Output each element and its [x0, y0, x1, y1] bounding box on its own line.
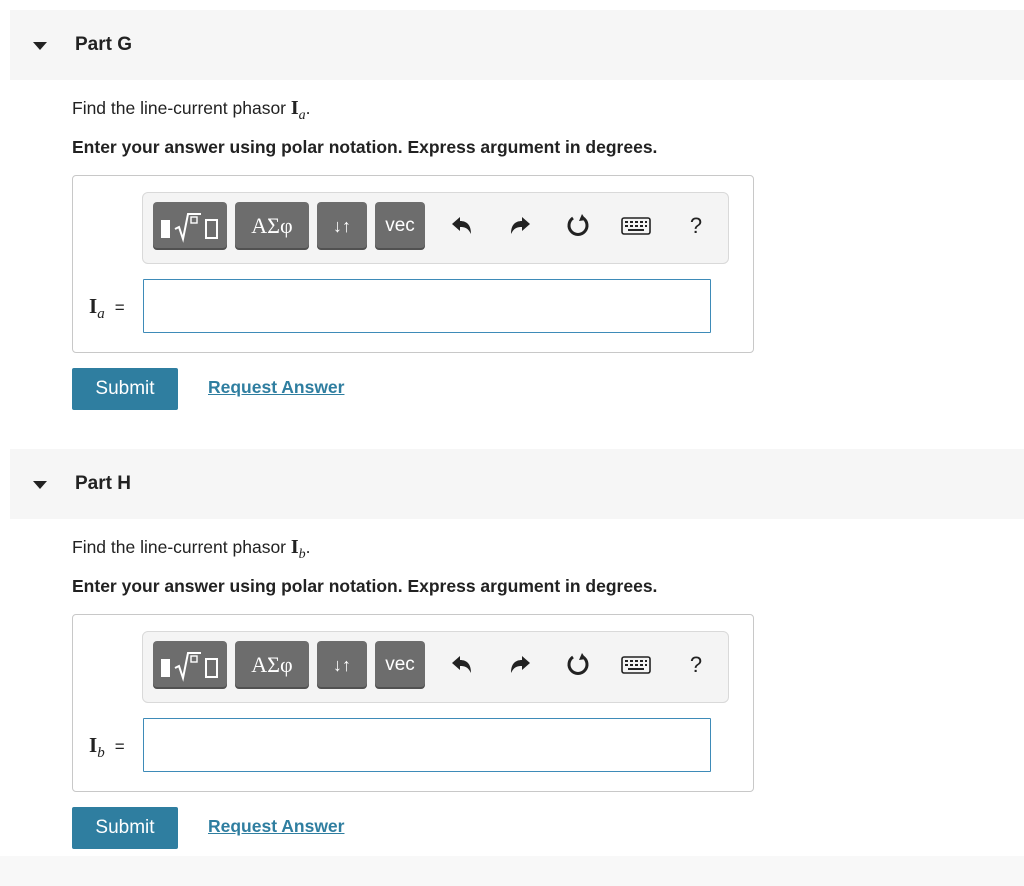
redo-icon[interactable] [505, 211, 535, 241]
question-prompt: Find the line-current phasor Ib. [72, 536, 311, 563]
question-prompt: Find the line-current phasor Ia. [72, 97, 311, 124]
part-title: Part G [75, 34, 133, 55]
vector-button[interactable]: vec [375, 641, 425, 689]
greek-symbols-button[interactable]: ΑΣφ [235, 202, 309, 250]
subscript-superscript-button[interactable]: ↓↑ [317, 641, 367, 689]
submit-button[interactable]: Submit [72, 368, 178, 410]
answer-input[interactable] [143, 279, 711, 333]
submit-button[interactable]: Submit [72, 807, 178, 849]
part-title: Part H [75, 473, 131, 494]
greek-symbols-button[interactable]: ΑΣφ [235, 641, 309, 689]
page-footer-strip [0, 856, 1024, 886]
undo-icon[interactable] [447, 650, 477, 680]
keyboard-icon[interactable] [619, 211, 653, 241]
prompt-text: Find the line-current phasor [72, 98, 291, 118]
answer-variable-label: Ib = [89, 733, 125, 762]
redo-icon[interactable] [505, 650, 535, 680]
prompt-text: Find the line-current phasor [72, 537, 291, 557]
instruction-text: Enter your answer using polar notation. … [72, 137, 658, 157]
math-toolbar: ΑΣφ ↓↑ vec ? [142, 192, 729, 264]
request-answer-link[interactable]: Request Answer [208, 816, 344, 837]
answer-box: ΑΣφ ↓↑ vec ? Ia = [72, 175, 754, 353]
prompt-suffix: . [305, 537, 311, 557]
templates-button[interactable] [153, 641, 227, 689]
part-h-header[interactable]: Part H [10, 449, 1024, 519]
subscript-superscript-button[interactable]: ↓↑ [317, 202, 367, 250]
phasor-symbol: Ib [290, 536, 306, 562]
fraction-root-templates-icon [161, 652, 218, 682]
caret-down-icon[interactable] [33, 42, 47, 50]
reset-icon[interactable] [563, 211, 593, 241]
answer-input[interactable] [143, 718, 711, 772]
math-toolbar: ΑΣφ ↓↑ vec ? [142, 631, 729, 703]
reset-icon[interactable] [563, 650, 593, 680]
phasor-symbol: Ia [290, 97, 306, 123]
answer-box: ΑΣφ ↓↑ vec ? Ib = [72, 614, 754, 792]
answer-variable-label: Ia = [89, 294, 125, 323]
caret-down-icon[interactable] [33, 481, 47, 489]
vector-button[interactable]: vec [375, 202, 425, 250]
instruction-text: Enter your answer using polar notation. … [72, 576, 658, 596]
keyboard-icon[interactable] [619, 650, 653, 680]
request-answer-link[interactable]: Request Answer [208, 377, 344, 398]
help-button[interactable]: ? [681, 650, 711, 680]
part-g-header[interactable]: Part G [10, 10, 1024, 80]
prompt-suffix: . [305, 98, 311, 118]
fraction-root-templates-icon [161, 213, 218, 243]
help-button[interactable]: ? [681, 211, 711, 241]
undo-icon[interactable] [447, 211, 477, 241]
templates-button[interactable] [153, 202, 227, 250]
